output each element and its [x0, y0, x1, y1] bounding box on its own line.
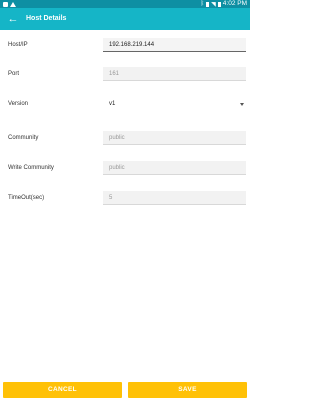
host-row: Host/IP 192.168.219.144 [8, 38, 246, 52]
page-title: Host Details [26, 15, 67, 22]
status-bar: ᛒ ◥ 4:02 PM [0, 0, 250, 8]
timeout-row: TimeOut(sec) 5 [8, 191, 246, 205]
image-icon [3, 1, 8, 7]
app-bar: ← Host Details [0, 8, 250, 30]
port-row: Port 161 [8, 67, 246, 81]
version-label: Version [8, 101, 29, 107]
status-right-icons: ᛒ ◥ 4:02 PM [201, 0, 247, 8]
timeout-label: TimeOut(sec) [8, 195, 45, 201]
dropdown-arrow-icon [240, 103, 244, 106]
version-row: Version v1 [8, 97, 244, 111]
bluetooth-icon: ᛒ [200, 1, 205, 7]
version-select[interactable]: v1 [103, 97, 246, 111]
community-row: Community public [8, 131, 246, 145]
host-label: Host/IP [8, 42, 28, 48]
wifi-icon: ◥ [211, 1, 216, 8]
port-input[interactable]: 161 [103, 67, 246, 81]
port-label: Port [8, 71, 20, 77]
cancel-button[interactable]: CANCEL [3, 382, 122, 398]
arrow-back-icon[interactable]: ← [6, 12, 20, 26]
timeout-input[interactable]: 5 [103, 191, 246, 205]
write-community-label: Write Community [8, 165, 54, 171]
community-label: Community [8, 135, 39, 141]
save-button[interactable]: SAVE [128, 382, 247, 398]
version-value: v1 [109, 101, 116, 107]
write-community-input[interactable]: public [103, 161, 246, 175]
warning-icon [10, 1, 16, 7]
vibrate-icon [206, 1, 210, 7]
status-time: 4:02 PM [222, 0, 247, 7]
community-input[interactable]: public [103, 131, 246, 145]
battery-icon [217, 1, 221, 7]
host-input[interactable]: 192.168.219.144 [103, 38, 246, 52]
status-left-icons [3, 0, 16, 8]
write-community-row: Write Community public [8, 161, 246, 175]
